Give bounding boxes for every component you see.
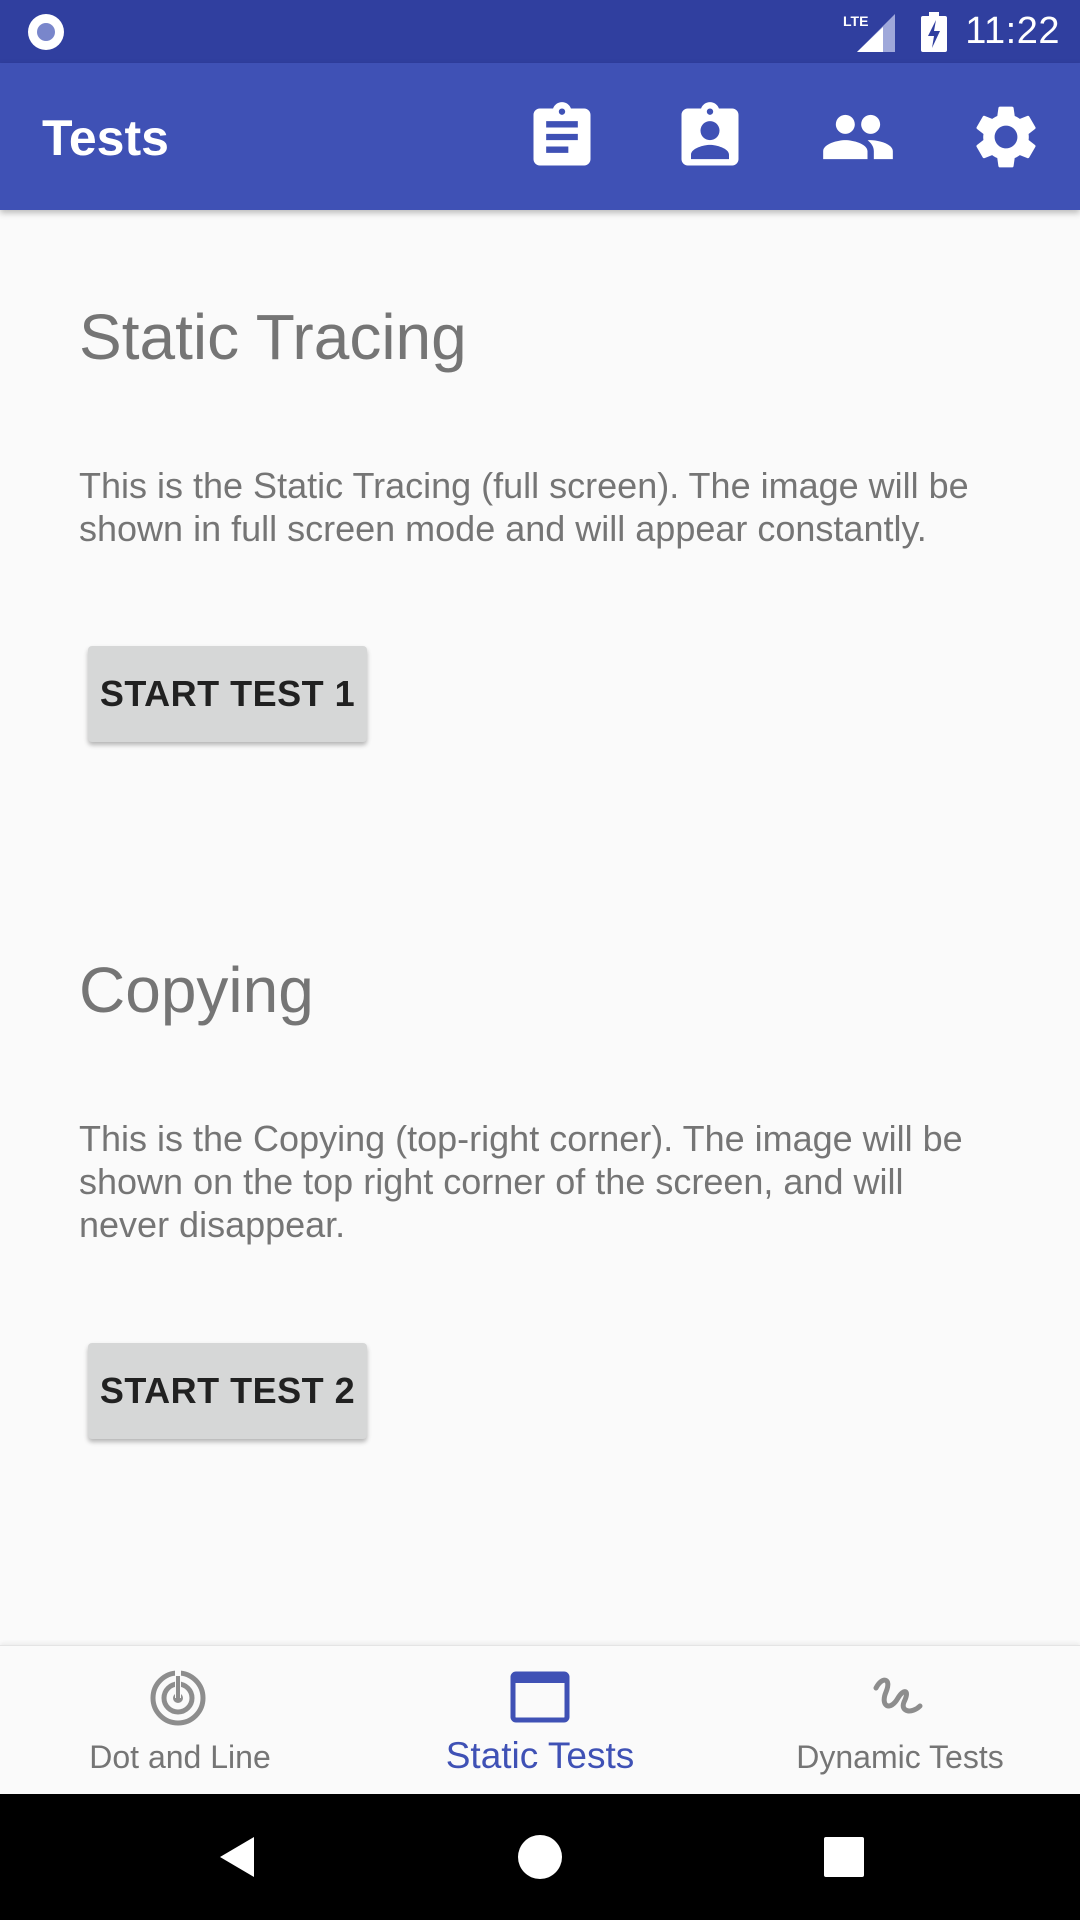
- contact-clipboard-icon: [681, 102, 739, 166]
- status-time: 11:22: [965, 10, 1060, 52]
- people-button[interactable]: [820, 99, 896, 175]
- nav-item-dynamic-tests[interactable]: Dynamic Tests: [720, 1646, 1080, 1795]
- nav-item-static-tests[interactable]: Static Tests: [360, 1646, 720, 1795]
- section-title-copying: Copying: [79, 954, 314, 1026]
- page-title: Tests: [42, 110, 169, 166]
- people-icon: [823, 114, 893, 160]
- lte-label: LTE: [843, 13, 868, 29]
- settings-button[interactable]: [968, 99, 1044, 175]
- section-description-copying: This is the Copying (top-right corner). …: [79, 1118, 963, 1245]
- start-test-1-button[interactable]: START TEST 1: [88, 646, 367, 742]
- recents-icon[interactable]: [814, 1827, 874, 1887]
- clipboard-list-button[interactable]: [524, 99, 600, 175]
- section-title-static-tracing: Static Tracing: [79, 301, 467, 373]
- main-content: Static Tracing This is the Static Tracin…: [0, 210, 1080, 1645]
- app-bar: Tests: [0, 63, 1080, 210]
- squiggle-gesture-icon: [873, 1677, 923, 1714]
- home-icon[interactable]: [510, 1827, 570, 1887]
- notification-circle-icon: [28, 14, 64, 50]
- back-icon[interactable]: [206, 1827, 266, 1887]
- section-description-static-tracing: This is the Static Tracing (full screen)…: [79, 465, 969, 549]
- nav-label-dynamic-tests: Dynamic Tests: [796, 1739, 1004, 1775]
- contact-clipboard-button[interactable]: [672, 99, 748, 175]
- nav-label-static-tests: Static Tests: [445, 1735, 635, 1776]
- system-navigation-bar: [0, 1794, 1080, 1920]
- window-icon: [510, 1671, 570, 1723]
- status-bar: LTE 11:22: [0, 0, 1080, 63]
- nav-item-dot-and-line[interactable]: Dot and Line: [0, 1646, 360, 1795]
- battery-charging-icon: [921, 11, 948, 52]
- settings-gear-icon: [976, 106, 1036, 168]
- start-test-2-button[interactable]: START TEST 2: [88, 1343, 367, 1439]
- lte-signal-icon: LTE: [843, 13, 896, 52]
- clipboard-list-icon: [533, 102, 591, 166]
- status-indicators: LTE 11:22: [843, 0, 1060, 63]
- target-radar-icon: [150, 1670, 206, 1726]
- bottom-navigation: Dot and Line Static Tests Dynamic Tests: [0, 1645, 1080, 1795]
- nav-label-dot-and-line: Dot and Line: [89, 1739, 271, 1775]
